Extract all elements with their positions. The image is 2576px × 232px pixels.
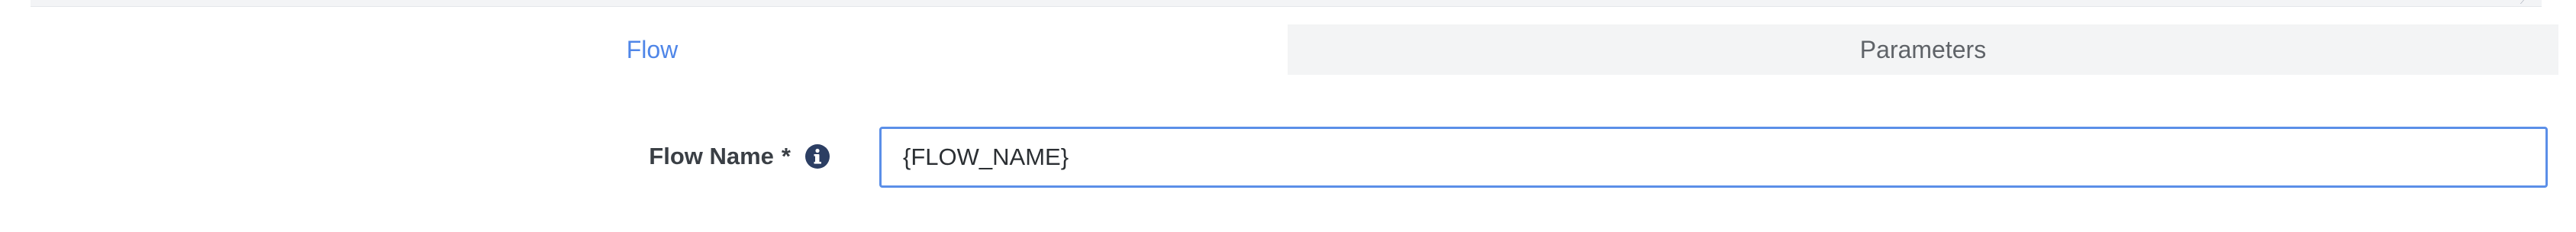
tab-flow-label: Flow [626, 35, 679, 63]
flow-name-input[interactable] [879, 127, 2548, 188]
tab-bar: Flow Parameters [17, 24, 2558, 75]
top-panel-edge [31, 0, 2542, 7]
resize-handle-icon[interactable]: ⟋ [2520, 0, 2531, 6]
info-circle-icon[interactable] [804, 143, 830, 169]
info-circle-icon-graphic [805, 144, 830, 169]
flow-name-label-group: Flow Name * [458, 137, 830, 176]
flow-name-label: Flow Name [649, 143, 774, 169]
tab-flow[interactable]: Flow [17, 24, 1288, 75]
tab-parameters-label: Parameters [1859, 35, 1987, 63]
tab-parameters[interactable]: Parameters [1288, 24, 2558, 75]
required-marker: * [781, 143, 791, 169]
flow-editor-panel: ⟋ Flow Parameters Flow Name * [0, 0, 2576, 232]
